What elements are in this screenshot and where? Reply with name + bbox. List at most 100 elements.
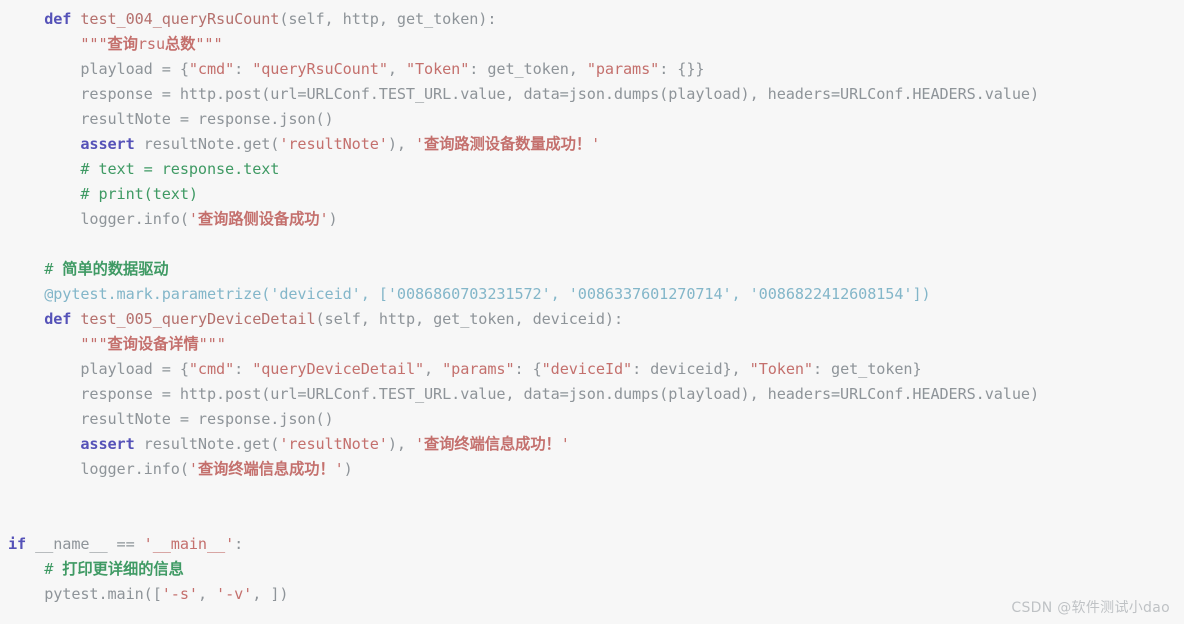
code-token-plain: , <box>424 360 443 378</box>
code-token-string: 查询路侧设备成功 <box>197 210 320 228</box>
code-token-plain: ) <box>343 460 353 478</box>
code-token-plain: : <box>234 60 253 78</box>
code-token-decorator: , <box>550 285 569 303</box>
code-token-string: """ <box>80 335 108 353</box>
code-token-plain: __name__ == <box>35 535 144 553</box>
code-token-string: "queryDeviceDetail" <box>252 360 425 378</box>
code-token-string: 查询 <box>107 35 138 53</box>
code-token-funcname: test_005_queryDeviceDetail <box>80 310 316 328</box>
code-token-string: 查询终端信息成功！ <box>424 435 561 453</box>
code-line: response = http.post(url=URLConf.TEST_UR… <box>0 382 1184 407</box>
code-token-string: "queryRsuCount" <box>252 60 388 78</box>
code-token-decorator: 'deviceid' <box>270 285 361 303</box>
code-token-string: '-s' <box>161 585 198 603</box>
code-token-plain: resultNote = response.json() <box>80 110 334 128</box>
code-block[interactable]: def test_004_queryRsuCount(self, http, g… <box>0 7 1184 607</box>
code-line: @pytest.mark.parametrize('deviceid', ['0… <box>0 282 1184 307</box>
code-token-string: rsu <box>137 35 166 53</box>
code-token-plain: , ]) <box>252 585 289 603</box>
code-token-string: """ <box>80 35 108 53</box>
code-token-string: """ <box>195 35 223 53</box>
code-token-plain: : deviceid}, <box>632 360 750 378</box>
code-token-funcname: test_004_queryRsuCount <box>80 10 280 28</box>
code-line: if __name__ == '__main__': <box>0 532 1184 557</box>
code-token-plain: playload = { <box>80 360 189 378</box>
code-token-string: 'resultNote' <box>279 135 388 153</box>
code-line: assert resultNote.get('resultNote'), '查询… <box>0 432 1184 457</box>
code-line: """查询rsu总数""" <box>0 32 1184 57</box>
code-token-string: ' <box>560 435 570 453</box>
code-token-comment: 打印更详细的信息 <box>62 560 184 578</box>
code-token-decorator: @pytest.mark.parametrize( <box>44 285 271 303</box>
code-token-comment: # <box>44 560 63 578</box>
code-token-string: ' <box>334 460 344 478</box>
code-token-string: "deviceId" <box>541 360 633 378</box>
code-token-string: ' <box>188 460 198 478</box>
code-line: # print(text) <box>0 182 1184 207</box>
code-token-string: """ <box>198 335 226 353</box>
code-token-decorator: '0086822412608154' <box>749 285 913 303</box>
code-token-plain: : get_token, <box>469 60 587 78</box>
code-line: response = http.post(url=URLConf.TEST_UR… <box>0 82 1184 107</box>
code-token-string: "Token" <box>749 360 813 378</box>
code-token-string: "params" <box>442 360 515 378</box>
code-token-decorator: '0086337601270714' <box>568 285 732 303</box>
code-token-decorator: , [ <box>360 285 388 303</box>
code-line: # 打印更详细的信息 <box>0 557 1184 582</box>
code-token-string: "Token" <box>405 60 470 78</box>
code-token-plain: ), <box>387 135 415 153</box>
code-token-plain: response = http.post(url=URLConf.TEST_UR… <box>80 385 1039 403</box>
code-token-plain: logger.info( <box>80 210 189 228</box>
code-token-plain: : <box>234 360 253 378</box>
code-token-string: "cmd" <box>188 360 235 378</box>
code-token-plain: response = http.post(url=URLConf.TEST_UR… <box>80 85 1039 103</box>
code-line: pytest.main(['-s', '-v', ]) <box>0 582 1184 607</box>
code-line: logger.info('查询终端信息成功！') <box>0 457 1184 482</box>
code-token-plain: pytest.main([ <box>44 585 162 603</box>
code-token-string: ' <box>415 435 425 453</box>
code-token-decorator: , <box>731 285 750 303</box>
code-token-plain: : <box>234 535 244 553</box>
code-line: resultNote = response.json() <box>0 107 1184 132</box>
code-token-plain: resultNote = response.json() <box>80 410 334 428</box>
code-token-string: ' <box>591 135 601 153</box>
code-token-plain: ) <box>328 210 338 228</box>
code-token-string: 查询设备详情 <box>107 335 199 353</box>
code-token-keyword: assert <box>80 435 144 453</box>
code-line: """查询设备详情""" <box>0 332 1184 357</box>
code-token-plain: : {}} <box>659 60 705 78</box>
code-token-string: 'resultNote' <box>279 435 388 453</box>
code-token-comment: # text = response.text <box>80 160 280 178</box>
code-line: playload = {"cmd": "queryRsuCount", "Tok… <box>0 57 1184 82</box>
code-token-plain: resultNote.get( <box>143 135 280 153</box>
code-token-keyword: if <box>8 535 36 553</box>
code-token-decorator: '0086860703231572' <box>387 285 551 303</box>
code-token-plain: : get_token} <box>812 360 922 378</box>
code-token-string: 查询路测设备数量成功！ <box>424 135 592 153</box>
code-viewer[interactable]: def test_004_queryRsuCount(self, http, g… <box>0 0 1184 624</box>
code-token-string: "cmd" <box>188 60 235 78</box>
code-token-string: "params" <box>586 60 660 78</box>
code-line: playload = {"cmd": "queryDeviceDetail", … <box>0 357 1184 382</box>
code-token-keyword: def <box>44 10 81 28</box>
code-token-string: '-v' <box>216 585 253 603</box>
code-line: resultNote = response.json() <box>0 407 1184 432</box>
code-line: logger.info('查询路侧设备成功') <box>0 207 1184 232</box>
